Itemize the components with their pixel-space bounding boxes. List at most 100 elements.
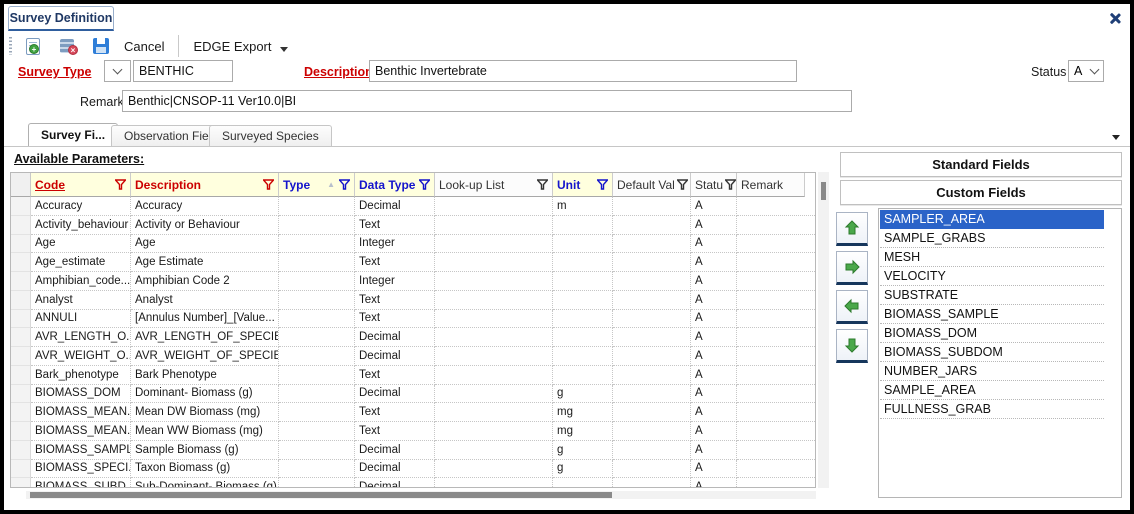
row-selector-cell[interactable] bbox=[11, 197, 31, 216]
row-selector-cell[interactable] bbox=[11, 328, 31, 347]
custom-fields-button[interactable]: Custom Fields bbox=[840, 180, 1122, 205]
column-header-unit[interactable]: Unit bbox=[553, 173, 613, 197]
row-selector-cell[interactable] bbox=[11, 291, 31, 310]
table-row[interactable]: ANNULI[Annulus Number]_[Value...TextA bbox=[11, 310, 815, 329]
delete-record-button[interactable]: × bbox=[54, 35, 80, 57]
close-icon[interactable] bbox=[1108, 11, 1122, 25]
list-item[interactable]: SUBSTRATE bbox=[880, 286, 1104, 305]
table-row[interactable]: Activity_behaviourActivity or BehaviourT… bbox=[11, 216, 815, 235]
add-record-button[interactable]: + bbox=[20, 35, 46, 57]
column-header-look-up-list[interactable]: Look-up List bbox=[435, 173, 553, 197]
table-row[interactable]: Age_estimateAge EstimateTextA bbox=[11, 253, 815, 272]
row-selector-cell[interactable] bbox=[11, 478, 31, 488]
row-selector-cell[interactable] bbox=[11, 253, 31, 272]
list-item[interactable]: MESH bbox=[880, 248, 1104, 267]
tab-survey-fields[interactable]: Survey Fi... bbox=[28, 123, 118, 146]
row-selector-cell[interactable] bbox=[11, 441, 31, 460]
status-combo[interactable]: A bbox=[1068, 60, 1104, 82]
cell-look-up-list bbox=[435, 385, 553, 404]
edge-export-button[interactable]: EDGE Export bbox=[193, 39, 271, 54]
cell-statu: A bbox=[691, 272, 737, 291]
row-selector-cell[interactable] bbox=[11, 347, 31, 366]
cell-statu: A bbox=[691, 197, 737, 216]
row-selector-cell[interactable] bbox=[11, 385, 31, 404]
cell-type bbox=[279, 253, 355, 272]
table-row[interactable]: Bark_phenotypeBark PhenotypeTextA bbox=[11, 366, 815, 385]
filter-funnel-icon[interactable] bbox=[115, 179, 126, 190]
row-selector-cell[interactable] bbox=[11, 403, 31, 422]
list-item[interactable]: BIOMASS_SUBDOM bbox=[880, 343, 1104, 362]
filter-funnel-icon[interactable] bbox=[677, 179, 688, 190]
table-row[interactable]: Amphibian_code...Amphibian Code 2Integer… bbox=[11, 272, 815, 291]
vertical-scrollbar-thumb[interactable] bbox=[821, 182, 826, 200]
row-selector-cell[interactable] bbox=[11, 272, 31, 291]
list-item[interactable]: SAMPLE_AREA bbox=[880, 381, 1104, 400]
move-up-button[interactable] bbox=[836, 212, 868, 246]
filter-funnel-icon[interactable] bbox=[537, 179, 548, 190]
list-item[interactable]: SAMPLER_AREA bbox=[880, 210, 1104, 229]
column-header-remark[interactable]: Remark bbox=[737, 173, 805, 197]
row-selector-cell[interactable] bbox=[11, 310, 31, 329]
table-row[interactable]: BIOMASS_MEAN...Mean WW Biomass (mg)Textm… bbox=[11, 422, 815, 441]
cancel-button[interactable]: Cancel bbox=[124, 39, 164, 54]
cell-description: Age bbox=[131, 235, 279, 254]
list-item[interactable]: FULLNESS_GRAB bbox=[880, 400, 1104, 419]
list-item[interactable]: VELOCITY bbox=[880, 267, 1104, 286]
row-selector-cell[interactable] bbox=[11, 422, 31, 441]
table-row[interactable]: BIOMASS_SPECI...Taxon Biomass (g)Decimal… bbox=[11, 460, 815, 479]
row-selector-cell[interactable] bbox=[11, 216, 31, 235]
move-right-button[interactable] bbox=[836, 251, 868, 285]
cell-type bbox=[279, 310, 355, 329]
filter-funnel-icon[interactable] bbox=[419, 179, 430, 190]
survey-type-dropdown-button[interactable] bbox=[104, 60, 131, 82]
tab-overflow-icon[interactable] bbox=[1112, 135, 1120, 140]
column-header-data-type[interactable]: Data Type bbox=[355, 173, 435, 197]
filter-funnel-icon[interactable] bbox=[263, 179, 274, 190]
filter-funnel-icon[interactable] bbox=[725, 179, 736, 190]
toolbar-grip-handle[interactable] bbox=[9, 37, 12, 55]
custom-fields-list[interactable]: SAMPLER_AREASAMPLE_GRABSMESHVELOCITYSUBS… bbox=[878, 208, 1122, 498]
list-item[interactable]: NUMBER_JARS bbox=[880, 362, 1104, 381]
tab-surveyed-species[interactable]: Surveyed Species bbox=[209, 125, 332, 146]
column-header-code[interactable]: Code bbox=[31, 173, 131, 197]
cell-code: Amphibian_code... bbox=[31, 272, 131, 291]
column-header-statu[interactable]: Statu bbox=[691, 173, 737, 197]
grid-vertical-scrollbar[interactable] bbox=[818, 172, 829, 488]
table-row[interactable]: BIOMASS_SUBD...Sub-Dominant- Biomass (g)… bbox=[11, 478, 815, 488]
move-down-button[interactable] bbox=[836, 329, 868, 363]
row-selector-cell[interactable] bbox=[11, 460, 31, 479]
filter-funnel-icon[interactable] bbox=[339, 179, 350, 190]
table-row[interactable]: AgeAgeIntegerA bbox=[11, 235, 815, 254]
survey-type-input[interactable] bbox=[133, 60, 233, 82]
cell-code: BIOMASS_DOM bbox=[31, 385, 131, 404]
table-row[interactable]: AccuracyAccuracyDecimalmA bbox=[11, 197, 815, 216]
row-selector-cell[interactable] bbox=[11, 366, 31, 385]
column-header-default-val[interactable]: Default Val bbox=[613, 173, 691, 197]
filter-funnel-icon[interactable] bbox=[597, 179, 608, 190]
custom-fields-list-items: SAMPLER_AREASAMPLE_GRABSMESHVELOCITYSUBS… bbox=[880, 210, 1104, 496]
list-item[interactable]: BIOMASS_SAMPLE bbox=[880, 305, 1104, 324]
description-input[interactable] bbox=[369, 60, 797, 82]
row-selector-cell[interactable] bbox=[11, 235, 31, 254]
standard-fields-button[interactable]: Standard Fields bbox=[840, 152, 1122, 177]
table-row[interactable]: BIOMASS_DOMDominant- Biomass (g)Decimalg… bbox=[11, 385, 815, 404]
table-row[interactable]: AnalystAnalystTextA bbox=[11, 291, 815, 310]
horizontal-scrollbar-thumb[interactable] bbox=[30, 492, 612, 498]
table-row[interactable]: BIOMASS_SAMPLESample Biomass (g)Decimalg… bbox=[11, 441, 815, 460]
list-item[interactable]: BIOMASS_DOM bbox=[880, 324, 1104, 343]
tab-survey-definition[interactable]: Survey Definition bbox=[8, 6, 114, 31]
table-row[interactable]: AVR_LENGTH_O...AVR_LENGTH_OF_SPECIE...De… bbox=[11, 328, 815, 347]
column-header-type[interactable]: Type▲ bbox=[279, 173, 355, 197]
remark-input[interactable] bbox=[122, 90, 852, 112]
column-header-description[interactable]: Description bbox=[131, 173, 279, 197]
cell-statu: A bbox=[691, 403, 737, 422]
table-row[interactable]: AVR_WEIGHT_O...AVR_WEIGHT_OF_SPECIE...De… bbox=[11, 347, 815, 366]
table-row[interactable]: BIOMASS_MEAN...Mean DW Biomass (mg)Textm… bbox=[11, 403, 815, 422]
grid-horizontal-scrollbar[interactable] bbox=[26, 491, 816, 499]
edge-export-dropdown-icon[interactable] bbox=[280, 47, 288, 52]
save-button[interactable] bbox=[88, 35, 114, 57]
cell-type bbox=[279, 235, 355, 254]
list-item[interactable]: SAMPLE_GRABS bbox=[880, 229, 1104, 248]
move-left-button[interactable] bbox=[836, 290, 868, 324]
cell-type bbox=[279, 366, 355, 385]
